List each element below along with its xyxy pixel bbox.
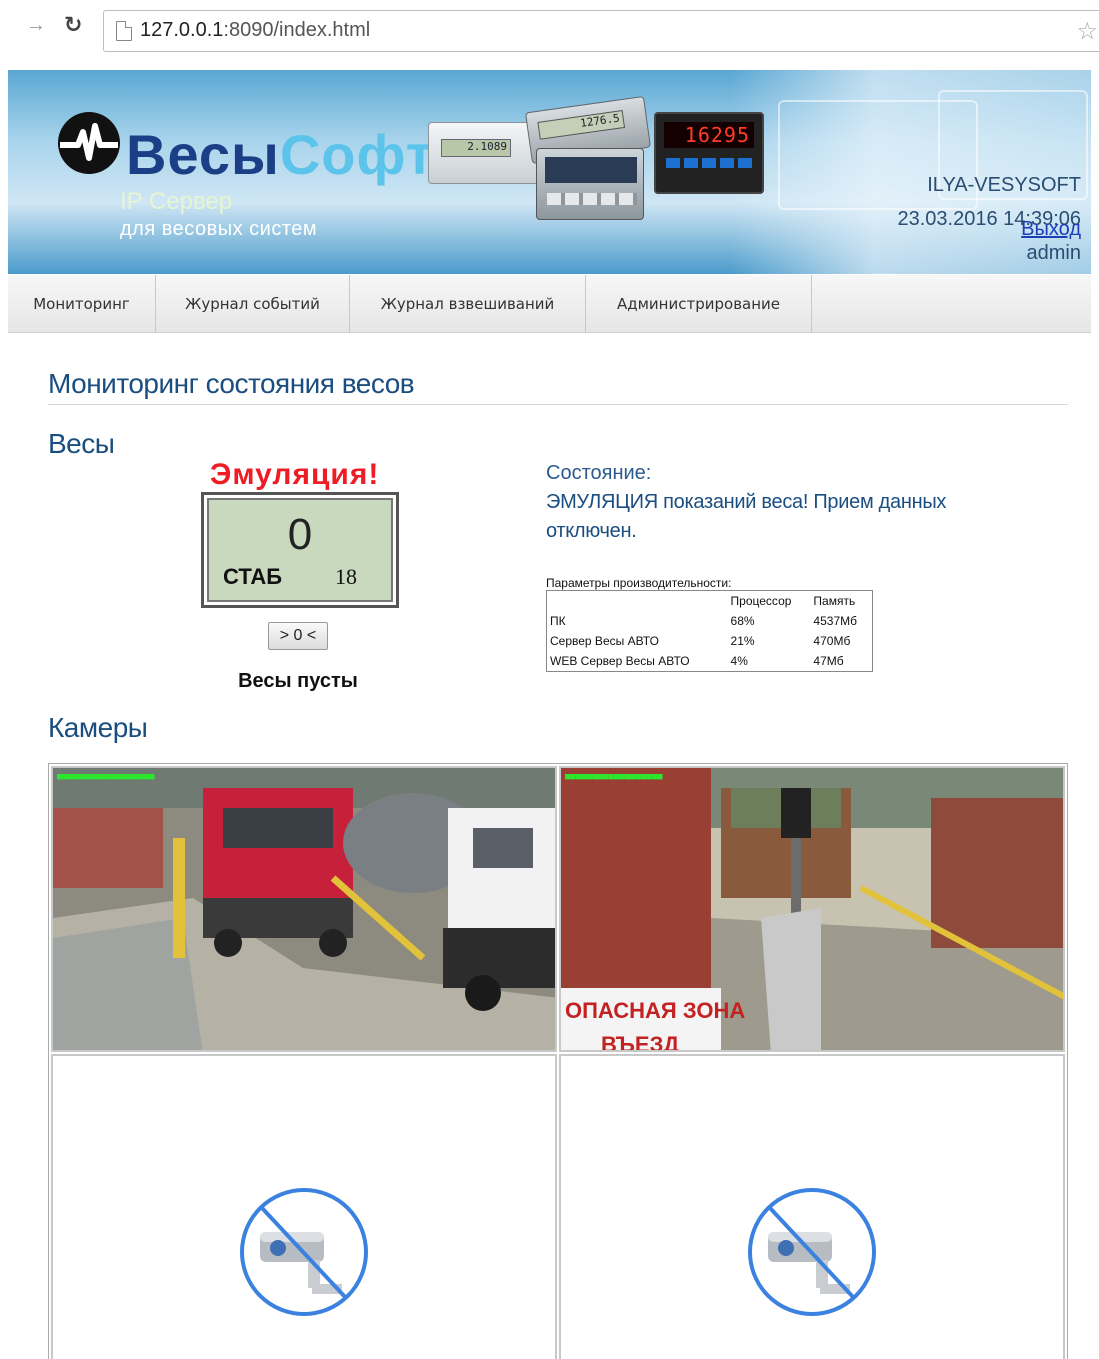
table-header-row: Процессор Память [547, 591, 873, 612]
page-icon [116, 21, 132, 41]
tab-event-log[interactable]: Журнал событий [156, 275, 350, 333]
logout-link[interactable]: Выход [1021, 218, 1081, 241]
logo-text: ВесыСофт [126, 122, 434, 187]
table-cell: 4537Мб [813, 614, 857, 629]
main-nav: Мониторинг Журнал событий Журнал взвешив… [8, 275, 1091, 333]
device-readout: 16295 [664, 122, 754, 148]
sign-text-2: ВЪЕЗД [601, 1032, 679, 1052]
bookmark-star-icon[interactable]: ☆ [1076, 17, 1098, 46]
tagline-systems: для весовых систем [120, 218, 318, 240]
indicator-number: 18 [335, 564, 357, 589]
username-text: admin [1026, 242, 1081, 264]
table-row: WEB Сервер Весы АВТО 4% 47Мб [547, 651, 873, 672]
table-cell: 47Мб [813, 653, 844, 668]
tagline-server: IP Сервер [120, 188, 233, 215]
device-buttons [666, 158, 754, 168]
device-screen [545, 157, 637, 183]
weight-value: 0 [287, 510, 313, 559]
logo-text-part2: Софт [279, 123, 435, 186]
camera-unavailable-icon [240, 1188, 368, 1316]
performance-table: Процессор Память ПК 68% 4537Мб Сервер Ве… [546, 590, 873, 672]
device-buttons [547, 193, 637, 205]
state-message: ЭМУЛЯЦИЯ показаний веса! Прием данных от… [546, 491, 947, 542]
camera-slot-3[interactable] [51, 1054, 557, 1359]
reload-icon[interactable]: ↻ [64, 12, 82, 38]
table-row: ПК 68% 4537Мб [547, 611, 873, 631]
camera-feed-1[interactable]: ■■■■■■■■■■■■■■■■■■ [51, 766, 557, 1052]
page-title: Мониторинг состояния весов [48, 368, 415, 399]
device-readout: 1276.5 [537, 109, 626, 140]
sign-text-1: ОПАСНАЯ ЗОНА [565, 998, 745, 1023]
table-header [547, 591, 728, 612]
browser-toolbar: → ↻ 127.0.0.1:8090/index.html ☆ [0, 0, 1099, 64]
scales-state-text: Весы пусты [238, 670, 358, 692]
hostname-text: ILYA-VESYSOFT [927, 174, 1081, 196]
weighing-indicator-image: 16295 [654, 112, 764, 194]
url-text: 127.0.0.1:8090/index.html [140, 19, 370, 42]
camera-unavailable-icon [748, 1188, 876, 1316]
emulation-warning: Эмуляция! [210, 458, 380, 491]
table-cell: 4% [730, 653, 748, 668]
camera-grid: ■■■■■■■■■■■■■■■■■■ ОПАСНАЯ ЗОНА ВЪЕЗД ■■… [48, 763, 1068, 1359]
table-row: Сервер Весы АВТО 21% 470Мб [547, 631, 873, 651]
tab-monitoring[interactable]: Мониторинг [8, 275, 156, 333]
url-path: :8090/index.html [223, 19, 371, 41]
table-cell: ПК [550, 614, 566, 629]
camera-slot-4[interactable] [559, 1054, 1065, 1359]
table-header: Процессор [730, 594, 792, 609]
logo-text-part1: Весы [126, 123, 280, 186]
tab-administration[interactable]: Администрирование [586, 275, 812, 333]
forward-arrow-icon[interactable]: → [26, 14, 46, 37]
camera-osd: ■■■■■■■■■■■■■■■■■■ [565, 772, 663, 782]
table-cell: 68% [730, 614, 755, 629]
device-readout: 2.1089 [441, 139, 511, 157]
state-label: Состояние: [546, 462, 652, 484]
scales-heading: Весы [48, 428, 115, 459]
table-cell: 470Мб [813, 633, 851, 648]
url-host: 127.0.0.1 [140, 19, 224, 41]
logo-pulse-icon [58, 112, 120, 174]
camera-osd: ■■■■■■■■■■■■■■■■■■ [57, 772, 155, 782]
weighing-terminal-image [536, 148, 644, 220]
table-cell: WEB Сервер Весы АВТО [550, 653, 690, 668]
table-cell: 21% [730, 633, 755, 648]
title-divider [48, 404, 1068, 405]
stability-label: СТАБ [223, 564, 283, 589]
cameras-heading: Камеры [48, 712, 148, 743]
performance-caption: Параметры производительности: [546, 576, 732, 590]
camera-snapshot: ОПАСНАЯ ЗОНА ВЪЕЗД [561, 768, 1063, 1052]
camera-feed-2[interactable]: ОПАСНАЯ ЗОНА ВЪЕЗД ■■■■■■■■■■■■■■■■■■ [559, 766, 1065, 1052]
weight-indicator: 0 СТАБ 18 [201, 492, 399, 608]
tab-weighing-log[interactable]: Журнал взвешиваний [350, 275, 586, 333]
header-banner: ВесыСофт IP Сервер для весовых систем 2.… [8, 70, 1091, 274]
zero-button[interactable]: > 0 < [268, 622, 328, 650]
table-cell: Сервер Весы АВТО [550, 633, 659, 648]
camera-snapshot [53, 768, 555, 1050]
weight-display: 0 СТАБ 18 [207, 498, 393, 602]
table-header: Память [813, 594, 856, 609]
address-bar[interactable]: 127.0.0.1:8090/index.html ☆ [103, 10, 1099, 52]
